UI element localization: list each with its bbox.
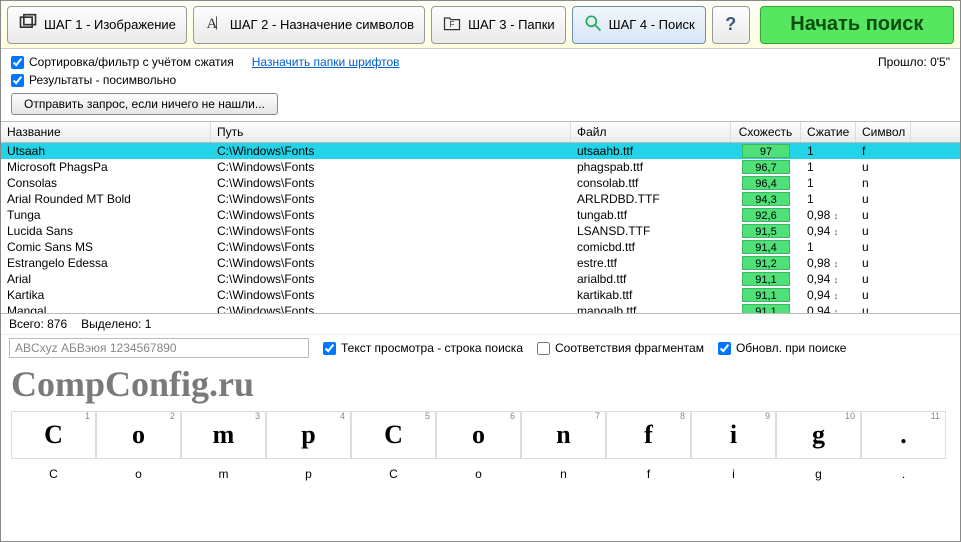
step4-button[interactable]: ШАГ 4 - Поиск <box>572 6 706 44</box>
results-per-char-input[interactable] <box>11 74 24 87</box>
table-row[interactable]: MangalC:\Windows\Fontsmangalb.ttf91,10,9… <box>1 303 960 313</box>
send-request-button[interactable]: Отправить запрос, если ничего не нашли..… <box>11 93 278 115</box>
glyph-strip: 1CC2oo3mm4pp5CC6oo7nn8ff9ii10gg11.. <box>1 407 960 485</box>
col-symbol[interactable]: Символ <box>856 122 911 142</box>
col-similarity[interactable]: Схожесть <box>731 122 801 142</box>
step1-button[interactable]: ШАГ 1 - Изображение <box>7 6 187 44</box>
glyph-cell[interactable]: 3mm <box>181 411 266 481</box>
selected-count: Выделено: 1 <box>81 317 151 331</box>
svg-text:F: F <box>450 19 455 29</box>
table-row[interactable]: Lucida SansC:\Windows\FontsLSANSD.TTF91,… <box>1 223 960 239</box>
table-row[interactable]: Comic Sans MSC:\Windows\Fontscomicbd.ttf… <box>1 239 960 255</box>
sort-filter-label: Сортировка/фильтр с учётом сжатия <box>29 55 234 69</box>
toolbar: ШАГ 1 - Изображение A ШАГ 2 - Назначение… <box>1 1 960 49</box>
col-path[interactable]: Путь <box>211 122 571 142</box>
results-per-char-checkbox[interactable]: Результаты - посимвольно <box>11 73 400 87</box>
results-per-char-label: Результаты - посимвольно <box>29 73 176 87</box>
table-row[interactable]: Arial Rounded MT BoldC:\Windows\FontsARL… <box>1 191 960 207</box>
preview-controls: Текст просмотра - строка поиска Соответс… <box>1 334 960 361</box>
refresh-on-search-checkbox[interactable]: Обновл. при поиске <box>718 341 846 355</box>
glyph-cell[interactable]: 7nn <box>521 411 606 481</box>
step2-button[interactable]: A ШАГ 2 - Назначение символов <box>193 6 425 44</box>
glyph-cell[interactable]: 6oo <box>436 411 521 481</box>
folder-f-icon: F <box>442 13 462 36</box>
table-row[interactable]: UtsaahC:\Windows\Fontsutsaahb.ttf971f <box>1 143 960 159</box>
table-row[interactable]: ConsolasC:\Windows\Fontsconsolab.ttf96,4… <box>1 175 960 191</box>
table-body[interactable]: UtsaahC:\Windows\Fontsutsaahb.ttf971fMic… <box>1 143 960 313</box>
glyph-cell[interactable]: 1CC <box>11 411 96 481</box>
glyph-cell[interactable]: 10gg <box>776 411 861 481</box>
results-table: Название Путь Файл Схожесть Сжатие Симво… <box>1 121 960 313</box>
glyph-cell[interactable]: 11.. <box>861 411 946 481</box>
step1-label: ШАГ 1 - Изображение <box>44 17 176 32</box>
font-a-icon: A <box>204 13 224 36</box>
sort-filter-input[interactable] <box>11 56 24 69</box>
step2-label: ШАГ 2 - Назначение символов <box>230 17 414 32</box>
step3-button[interactable]: F ШАГ 3 - Папки <box>431 6 566 44</box>
glyph-cell[interactable]: 8ff <box>606 411 691 481</box>
controls-bar: Сортировка/фильтр с учётом сжатия Назнач… <box>1 49 960 89</box>
search-icon <box>583 13 603 36</box>
start-search-button[interactable]: Начать поиск <box>760 6 954 44</box>
status-bar: Всего: 876 Выделено: 1 <box>1 313 960 334</box>
glyph-cell[interactable]: 4pp <box>266 411 351 481</box>
table-header: Название Путь Файл Схожесть Сжатие Симво… <box>1 122 960 143</box>
glyph-cell[interactable]: 5CC <box>351 411 436 481</box>
col-compression[interactable]: Сжатие <box>801 122 856 142</box>
table-row[interactable]: KartikaC:\Windows\Fontskartikab.ttf91,10… <box>1 287 960 303</box>
fragment-match-checkbox[interactable]: Соответствия фрагментам <box>537 341 704 355</box>
table-row[interactable]: Estrangelo EdessaC:\Windows\Fontsestre.t… <box>1 255 960 271</box>
col-name[interactable]: Название <box>1 122 211 142</box>
glyph-cell[interactable]: 9ii <box>691 411 776 481</box>
preview-as-search-checkbox[interactable]: Текст просмотра - строка поиска <box>323 341 523 355</box>
preview-text-input[interactable] <box>9 338 309 358</box>
total-count: Всего: 876 <box>9 317 67 331</box>
table-row[interactable]: Microsoft PhagsPaC:\Windows\Fontsphagspa… <box>1 159 960 175</box>
svg-text:A: A <box>206 16 217 32</box>
assign-font-folders-link[interactable]: Назначить папки шрифтов <box>252 55 400 69</box>
col-file[interactable]: Файл <box>571 122 731 142</box>
step4-label: ШАГ 4 - Поиск <box>609 17 695 32</box>
elapsed-time: Прошло: 0'5" <box>878 55 950 69</box>
table-row[interactable]: ArialC:\Windows\Fontsarialbd.ttf91,10,94… <box>1 271 960 287</box>
help-button[interactable]: ? <box>712 6 750 44</box>
step3-label: ШАГ 3 - Папки <box>468 17 555 32</box>
sort-filter-checkbox[interactable]: Сортировка/фильтр с учётом сжатия <box>11 55 234 69</box>
glyph-cell[interactable]: 2oo <box>96 411 181 481</box>
font-sample: CompConfig.ru <box>1 361 960 407</box>
image-icon <box>18 13 38 36</box>
table-row[interactable]: TungaC:\Windows\Fontstungab.ttf92,60,98 … <box>1 207 960 223</box>
